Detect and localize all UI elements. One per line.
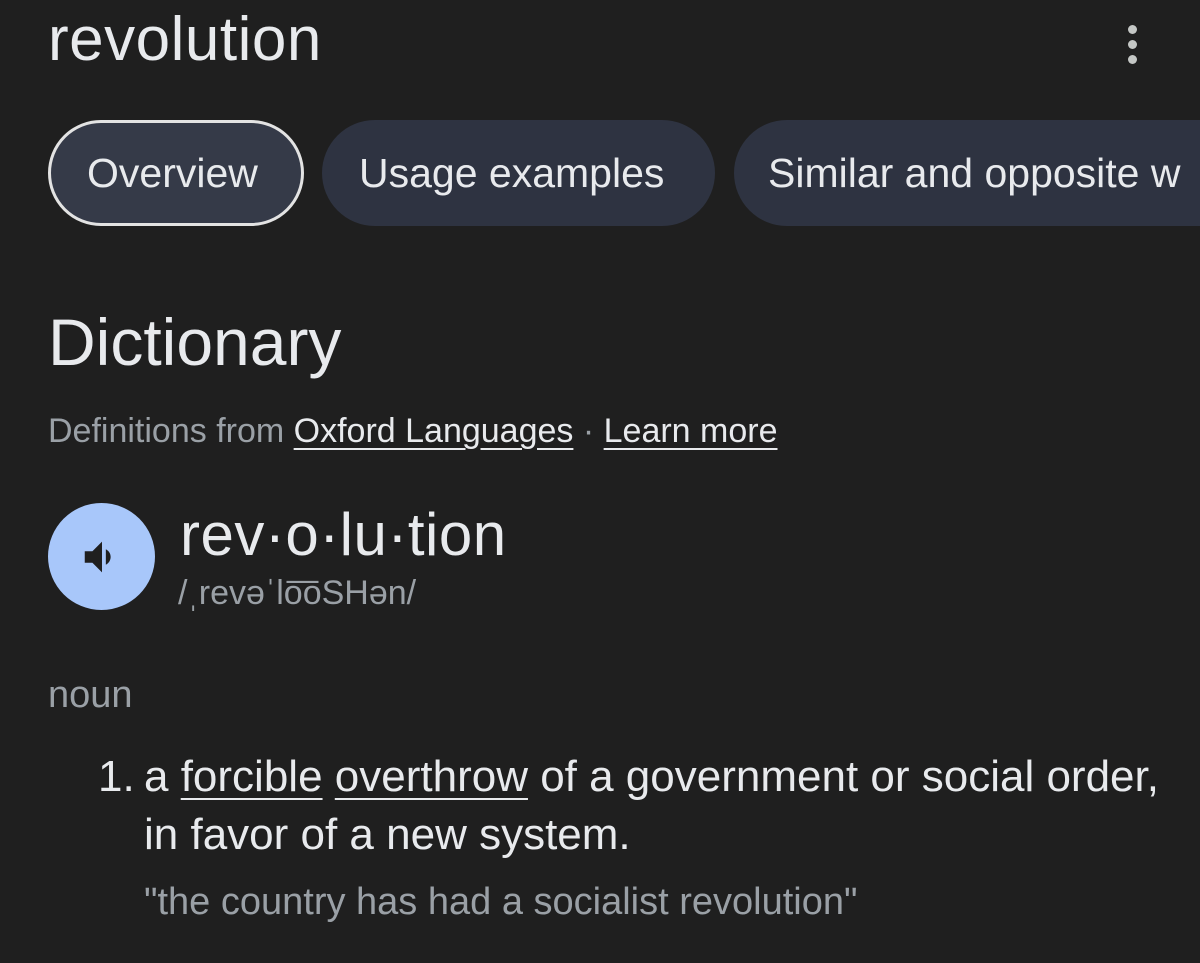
page-title: revolution — [48, 5, 322, 74]
tab-usage-examples[interactable]: Usage examples — [322, 120, 715, 226]
learn-more-link[interactable]: Learn more — [604, 412, 778, 450]
tab-similar-opposite[interactable]: Similar and opposite w — [734, 120, 1200, 226]
tab-bar: Overview Usage examples Similar and oppo… — [48, 120, 1200, 228]
phonetic-spelling: /ˌrevəˈlo͞oSHən/ — [178, 574, 417, 612]
source-prefix: Definitions from — [48, 412, 294, 450]
definitions-source: Definitions from Oxford Languages · Lear… — [48, 410, 778, 452]
more-vert-icon — [1127, 24, 1137, 34]
definition-text: a forcible overthrow of a government or … — [144, 748, 1174, 864]
part-of-speech: noun — [48, 674, 133, 716]
more-options-button[interactable] — [1110, 16, 1154, 72]
headword: rev·o·lu·tion — [180, 501, 507, 568]
oxford-languages-link[interactable]: Oxford Languages — [294, 412, 574, 450]
source-separator: · — [573, 412, 604, 450]
definition-space — [323, 752, 335, 801]
more-vert-icon-dot — [1127, 54, 1137, 64]
forcible-link[interactable]: forcible — [181, 752, 323, 801]
definition-prefix: a — [144, 752, 181, 801]
overthrow-link[interactable]: overthrow — [335, 752, 528, 801]
tab-overview[interactable]: Overview — [48, 120, 304, 226]
more-vert-icon-dot — [1127, 39, 1137, 49]
usage-example: "the country has had a socialist revolut… — [144, 881, 858, 923]
pronunciation-button[interactable] — [48, 503, 155, 610]
dictionary-heading: Dictionary — [48, 305, 342, 379]
definition-number: 1. — [98, 752, 135, 801]
volume-icon — [84, 541, 111, 572]
